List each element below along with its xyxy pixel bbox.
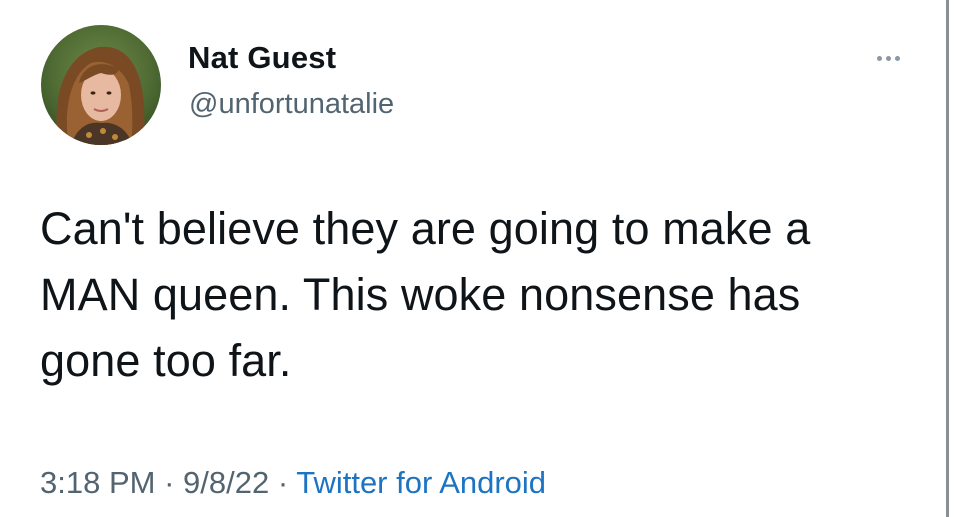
tweet-text-line: Can't believe they are going to make a — [40, 203, 811, 254]
tweet-text: Can't believe they are going to make a M… — [40, 196, 920, 394]
meta-separator: · — [269, 465, 297, 500]
more-dot — [886, 55, 891, 61]
tweet-card: Nat Guest @unfortunatalie Can't believe … — [0, 0, 960, 517]
avatar-image — [41, 25, 161, 145]
user-handle[interactable]: @unfortunatalie — [189, 88, 394, 121]
more-horizontal-icon[interactable] — [877, 48, 917, 68]
tweet-meta: 3:18 PM · 9/8/22 · Twitter for Android — [40, 465, 546, 501]
tweet-time[interactable]: 3:18 PM — [40, 465, 155, 500]
more-dot — [877, 55, 882, 61]
tweet-text-line: gone too far. — [40, 335, 292, 386]
tweet-date[interactable]: 9/8/22 — [183, 465, 269, 500]
display-name[interactable]: Nat Guest — [188, 40, 336, 76]
tweet-source-link[interactable]: Twitter for Android — [296, 465, 546, 500]
avatar[interactable] — [41, 25, 161, 145]
divider — [946, 0, 960, 517]
tweet-text-line: MAN queen. This woke nonsense has — [40, 269, 801, 320]
more-dot — [895, 55, 900, 61]
meta-separator: · — [155, 465, 184, 500]
